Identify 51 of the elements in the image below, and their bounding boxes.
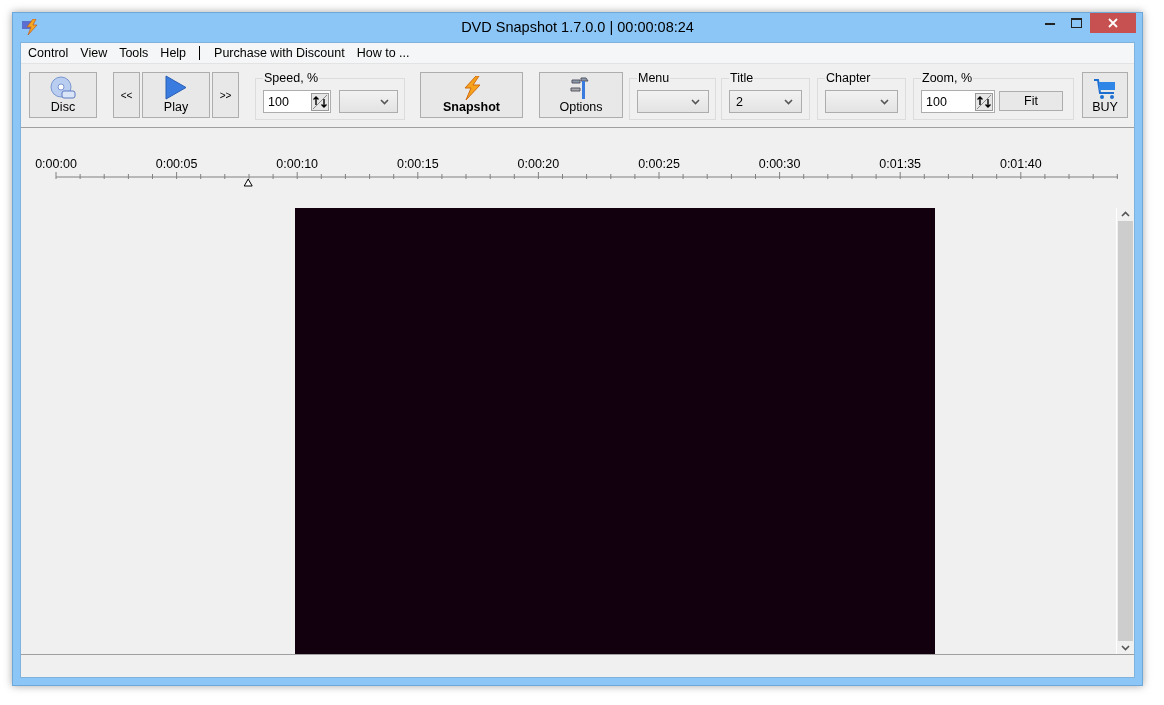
speed-spinner[interactable]: 100 — [263, 90, 332, 113]
options-button[interactable]: Options — [539, 72, 623, 118]
minimize-icon — [1044, 21, 1055, 25]
spin-arrows-icon[interactable] — [311, 92, 330, 111]
disc-button[interactable]: Disc — [29, 72, 97, 118]
vertical-scrollbar[interactable] — [1116, 208, 1134, 654]
window-title: DVD Snapshot 1.7.0.0 | 00:00:08:24 — [461, 19, 694, 35]
time-label: 0:00:15 — [396, 157, 439, 171]
caret-icon — [380, 98, 389, 105]
caret-icon — [880, 98, 889, 105]
menu-item[interactable]: Tools — [113, 46, 155, 60]
menu-item[interactable]: Help — [154, 46, 193, 60]
playhead-marker[interactable] — [243, 178, 253, 187]
app-icon — [21, 19, 39, 35]
play-button[interactable]: Play — [142, 72, 210, 118]
fit-button[interactable]: Fit — [999, 91, 1063, 111]
dvd-disc-icon — [50, 76, 76, 100]
play-icon — [165, 75, 187, 100]
spin-arrows-icon[interactable] — [975, 92, 993, 111]
fast-forward-button[interactable]: >> — [212, 72, 239, 118]
menu-item[interactable]: View — [74, 46, 114, 60]
menu-item[interactable]: Purchase with Discount — [208, 46, 351, 60]
title-label: Title — [729, 71, 755, 85]
rewind-button[interactable]: << — [113, 72, 140, 118]
speed-label: Speed, % — [263, 71, 320, 85]
caret-icon — [784, 98, 793, 105]
menu-item[interactable]: How to ... — [350, 46, 416, 60]
scroll-down-icon[interactable] — [1121, 645, 1130, 651]
zoom-label: Zoom, % — [921, 71, 973, 85]
close-icon — [1108, 18, 1118, 28]
shopping-cart-icon — [1093, 78, 1117, 100]
time-label: 0:00:00 — [35, 157, 77, 171]
time-label: 0:00:10 — [276, 157, 319, 171]
time-label: 0:00:20 — [517, 157, 560, 171]
menu-item[interactable]: Control — [22, 46, 75, 60]
time-label: 0:00:25 — [638, 157, 680, 171]
maximize-icon — [1071, 18, 1082, 28]
zoom-spinner[interactable]: 100 — [921, 90, 995, 113]
scroll-up-icon[interactable] — [1121, 211, 1130, 217]
buy-button[interactable]: BUY — [1082, 72, 1128, 118]
snapshot-button[interactable]: Snapshot — [420, 72, 523, 118]
menu-label: Menu — [637, 71, 671, 85]
time-label: 0:01:40 — [999, 157, 1042, 171]
title-dropdown[interactable]: 2 — [729, 90, 802, 113]
time-label: 0:00:30 — [758, 157, 801, 171]
lightning-icon — [461, 76, 482, 100]
time-label: 0:00:05 — [155, 157, 198, 171]
caret-icon — [691, 98, 700, 105]
time-label: 0:01:35 — [879, 157, 922, 171]
close-button[interactable] — [1090, 13, 1136, 33]
chapter-label: Chapter — [825, 71, 872, 85]
